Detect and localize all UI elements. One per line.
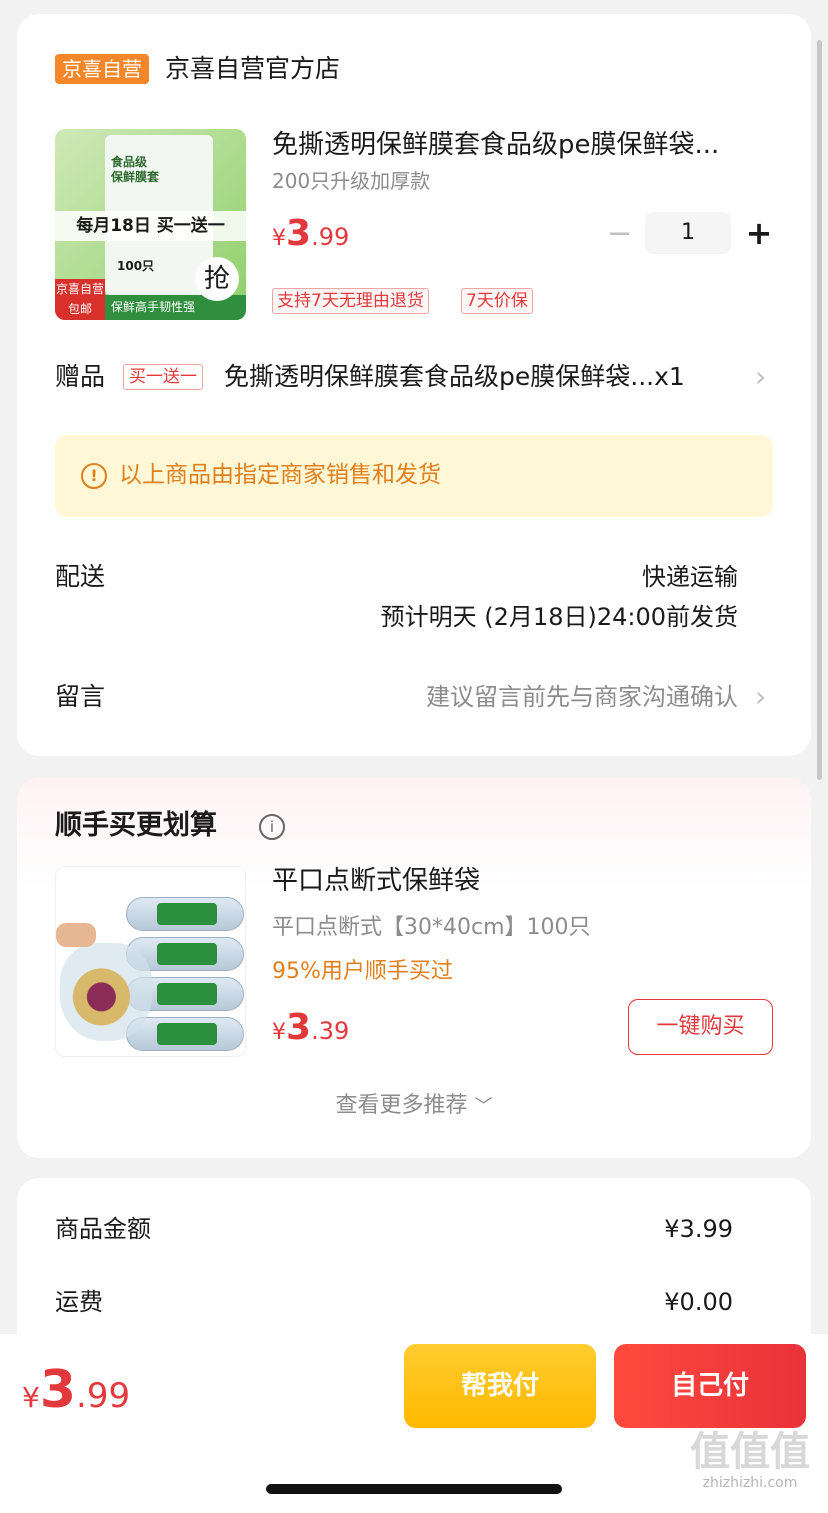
recommend-title: 顺手买更划算 bbox=[55, 810, 217, 841]
product-price: ¥3.99 bbox=[272, 213, 350, 254]
quantity-input[interactable]: 1 bbox=[645, 212, 731, 254]
recommend-product-spec: 平口点断式【30*40cm】100只 bbox=[272, 915, 591, 940]
seller-notice: ! 以上商品由指定商家销售和发货 bbox=[55, 435, 773, 517]
shop-badge: 京喜自营 bbox=[55, 54, 149, 84]
product-image[interactable]: 食品级 保鲜膜套 每月18日 买一送一 100只 京喜自营 包邮 保鲜高手韧性强… bbox=[55, 129, 246, 320]
recommend-card: 顺手买更划算 i 平口点断式保鲜袋 平口点断式【30*40cm】100只 95%… bbox=[17, 778, 811, 1158]
return-policy-tag: 支持7天无理由退货 bbox=[272, 288, 429, 314]
self-operated-badge: 京喜自营 包邮 bbox=[55, 279, 105, 320]
product-spec[interactable]: 200只升级加厚款 bbox=[272, 166, 430, 196]
recommend-social-proof: 95%用户顺手买过 bbox=[272, 959, 453, 984]
gift-label: 赠品 bbox=[55, 362, 106, 391]
message-input[interactable]: 建议留言前先与商家沟通确认 bbox=[426, 680, 738, 714]
delivery-method[interactable]: 快递运输 bbox=[642, 560, 738, 594]
hand-image bbox=[56, 923, 96, 947]
shop-name[interactable]: 京喜自营官方店 bbox=[165, 52, 340, 86]
gift-item[interactable]: 免撕透明保鲜膜套食品级pe膜保鲜袋...x1 bbox=[224, 360, 734, 394]
goods-amount-value: ¥3.99 bbox=[664, 1215, 733, 1243]
chevron-right-icon[interactable]: › bbox=[755, 360, 766, 394]
shipping-value: ¥0.00 bbox=[664, 1288, 733, 1316]
promo-banner: 每月18日 买一送一 bbox=[55, 211, 246, 241]
total-price: ¥3.99 bbox=[22, 1360, 131, 1420]
recommend-product-name[interactable]: 平口点断式保鲜袋 bbox=[272, 862, 480, 900]
pay-myself-button[interactable]: 自己付 bbox=[614, 1344, 806, 1428]
chevron-down-icon: ﹀ bbox=[474, 1096, 493, 1117]
shipping-label: 运费 bbox=[55, 1288, 103, 1316]
scrollbar[interactable] bbox=[817, 40, 822, 780]
price-protect-tag: 7天价保 bbox=[461, 288, 533, 314]
see-more-recommend[interactable]: 查看更多推荐 ﹀ bbox=[17, 1090, 811, 1123]
goods-amount-label: 商品金额 bbox=[55, 1215, 151, 1243]
site-watermark: 值值值 zhizhizhi.com bbox=[690, 1429, 810, 1491]
gift-tag: 买一送一 bbox=[123, 364, 203, 390]
chevron-right-icon[interactable]: › bbox=[755, 680, 766, 714]
message-label: 留言 bbox=[55, 682, 106, 711]
notice-text: 以上商品由指定商家销售和发货 bbox=[119, 462, 441, 488]
product-title[interactable]: 免撕透明保鲜膜套食品级pe膜保鲜袋... bbox=[272, 126, 772, 164]
quantity-increase-button[interactable]: + bbox=[743, 214, 775, 252]
info-icon[interactable]: i bbox=[259, 814, 285, 840]
recommend-product-price: ¥3.39 bbox=[272, 1007, 350, 1048]
pay-for-me-button[interactable]: 帮我付 bbox=[404, 1344, 596, 1428]
quantity-decrease-button[interactable]: − bbox=[607, 217, 632, 251]
roll-image bbox=[126, 897, 244, 931]
info-icon: ! bbox=[81, 463, 107, 489]
delivery-label: 配送 bbox=[55, 562, 106, 591]
delivery-estimate: 预计明天 (2月18日)24:00前发货 bbox=[380, 603, 738, 631]
home-indicator[interactable] bbox=[266, 1484, 562, 1494]
recommend-product-image[interactable] bbox=[55, 866, 246, 1057]
package-text: 食品级 保鲜膜套 bbox=[111, 155, 160, 184]
produce-bag-image bbox=[60, 943, 152, 1041]
one-click-buy-button[interactable]: 一键购买 bbox=[628, 999, 773, 1055]
shop-card: 京喜自营 京喜自营官方店 食品级 保鲜膜套 每月18日 买一送一 100只 京喜… bbox=[17, 14, 811, 756]
package-count: 100只 bbox=[117, 259, 155, 273]
grab-badge: 抢 bbox=[195, 257, 239, 301]
